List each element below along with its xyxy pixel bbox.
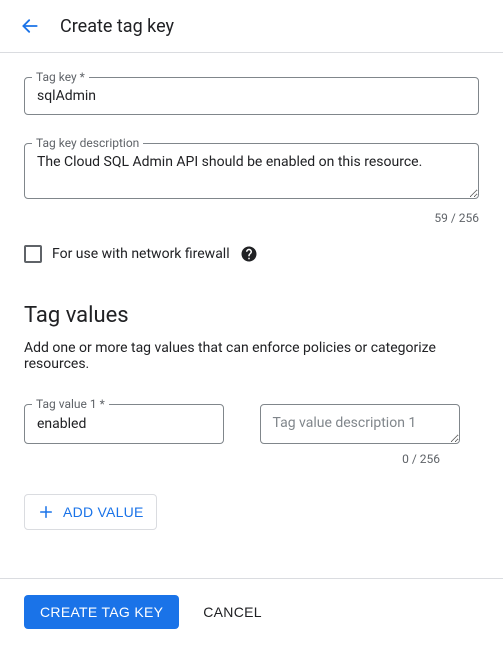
tag-value-row-1: Tag value 1 *	[24, 404, 479, 448]
tag-key-desc-char-count: 59 / 256	[24, 211, 479, 225]
firewall-checkbox[interactable]	[24, 245, 42, 263]
tag-values-title: Tag values	[24, 303, 479, 328]
tag-value-1-label: Tag value 1 *	[32, 397, 109, 411]
tag-key-desc-input[interactable]	[24, 143, 479, 199]
tag-key-input[interactable]	[24, 77, 479, 115]
tag-key-desc-field: Tag key description	[24, 143, 479, 203]
tag-value-1-desc-field	[260, 404, 480, 448]
arrow-left-icon	[20, 16, 40, 36]
footer-actions: CREATE TAG KEY CANCEL	[0, 578, 503, 645]
page-title: Create tag key	[60, 16, 174, 37]
add-value-label: ADD VALUE	[63, 504, 144, 520]
back-button[interactable]	[16, 12, 44, 40]
firewall-label: For use with network firewall	[52, 246, 230, 262]
tag-value-1-field: Tag value 1 *	[24, 404, 244, 448]
add-value-button[interactable]: ADD VALUE	[24, 494, 157, 530]
tag-key-desc-label: Tag key description	[32, 136, 143, 150]
create-tag-key-button[interactable]: CREATE TAG KEY	[24, 595, 179, 629]
tag-values-desc: Add one or more tag values that can enfo…	[24, 340, 479, 372]
tag-key-field: Tag key *	[24, 77, 479, 115]
tag-value-1-desc-char-count: 0 / 256	[24, 452, 440, 466]
page-header: Create tag key	[0, 0, 503, 53]
cancel-button[interactable]: CANCEL	[195, 595, 270, 629]
firewall-checkbox-row: For use with network firewall	[24, 245, 479, 263]
tag-key-label: Tag key *	[32, 70, 89, 84]
help-icon[interactable]	[240, 245, 258, 263]
form-content: Tag key * Tag key description 59 / 256 F…	[0, 53, 503, 554]
tag-value-1-desc-input[interactable]	[260, 404, 460, 444]
plus-icon	[37, 503, 55, 521]
